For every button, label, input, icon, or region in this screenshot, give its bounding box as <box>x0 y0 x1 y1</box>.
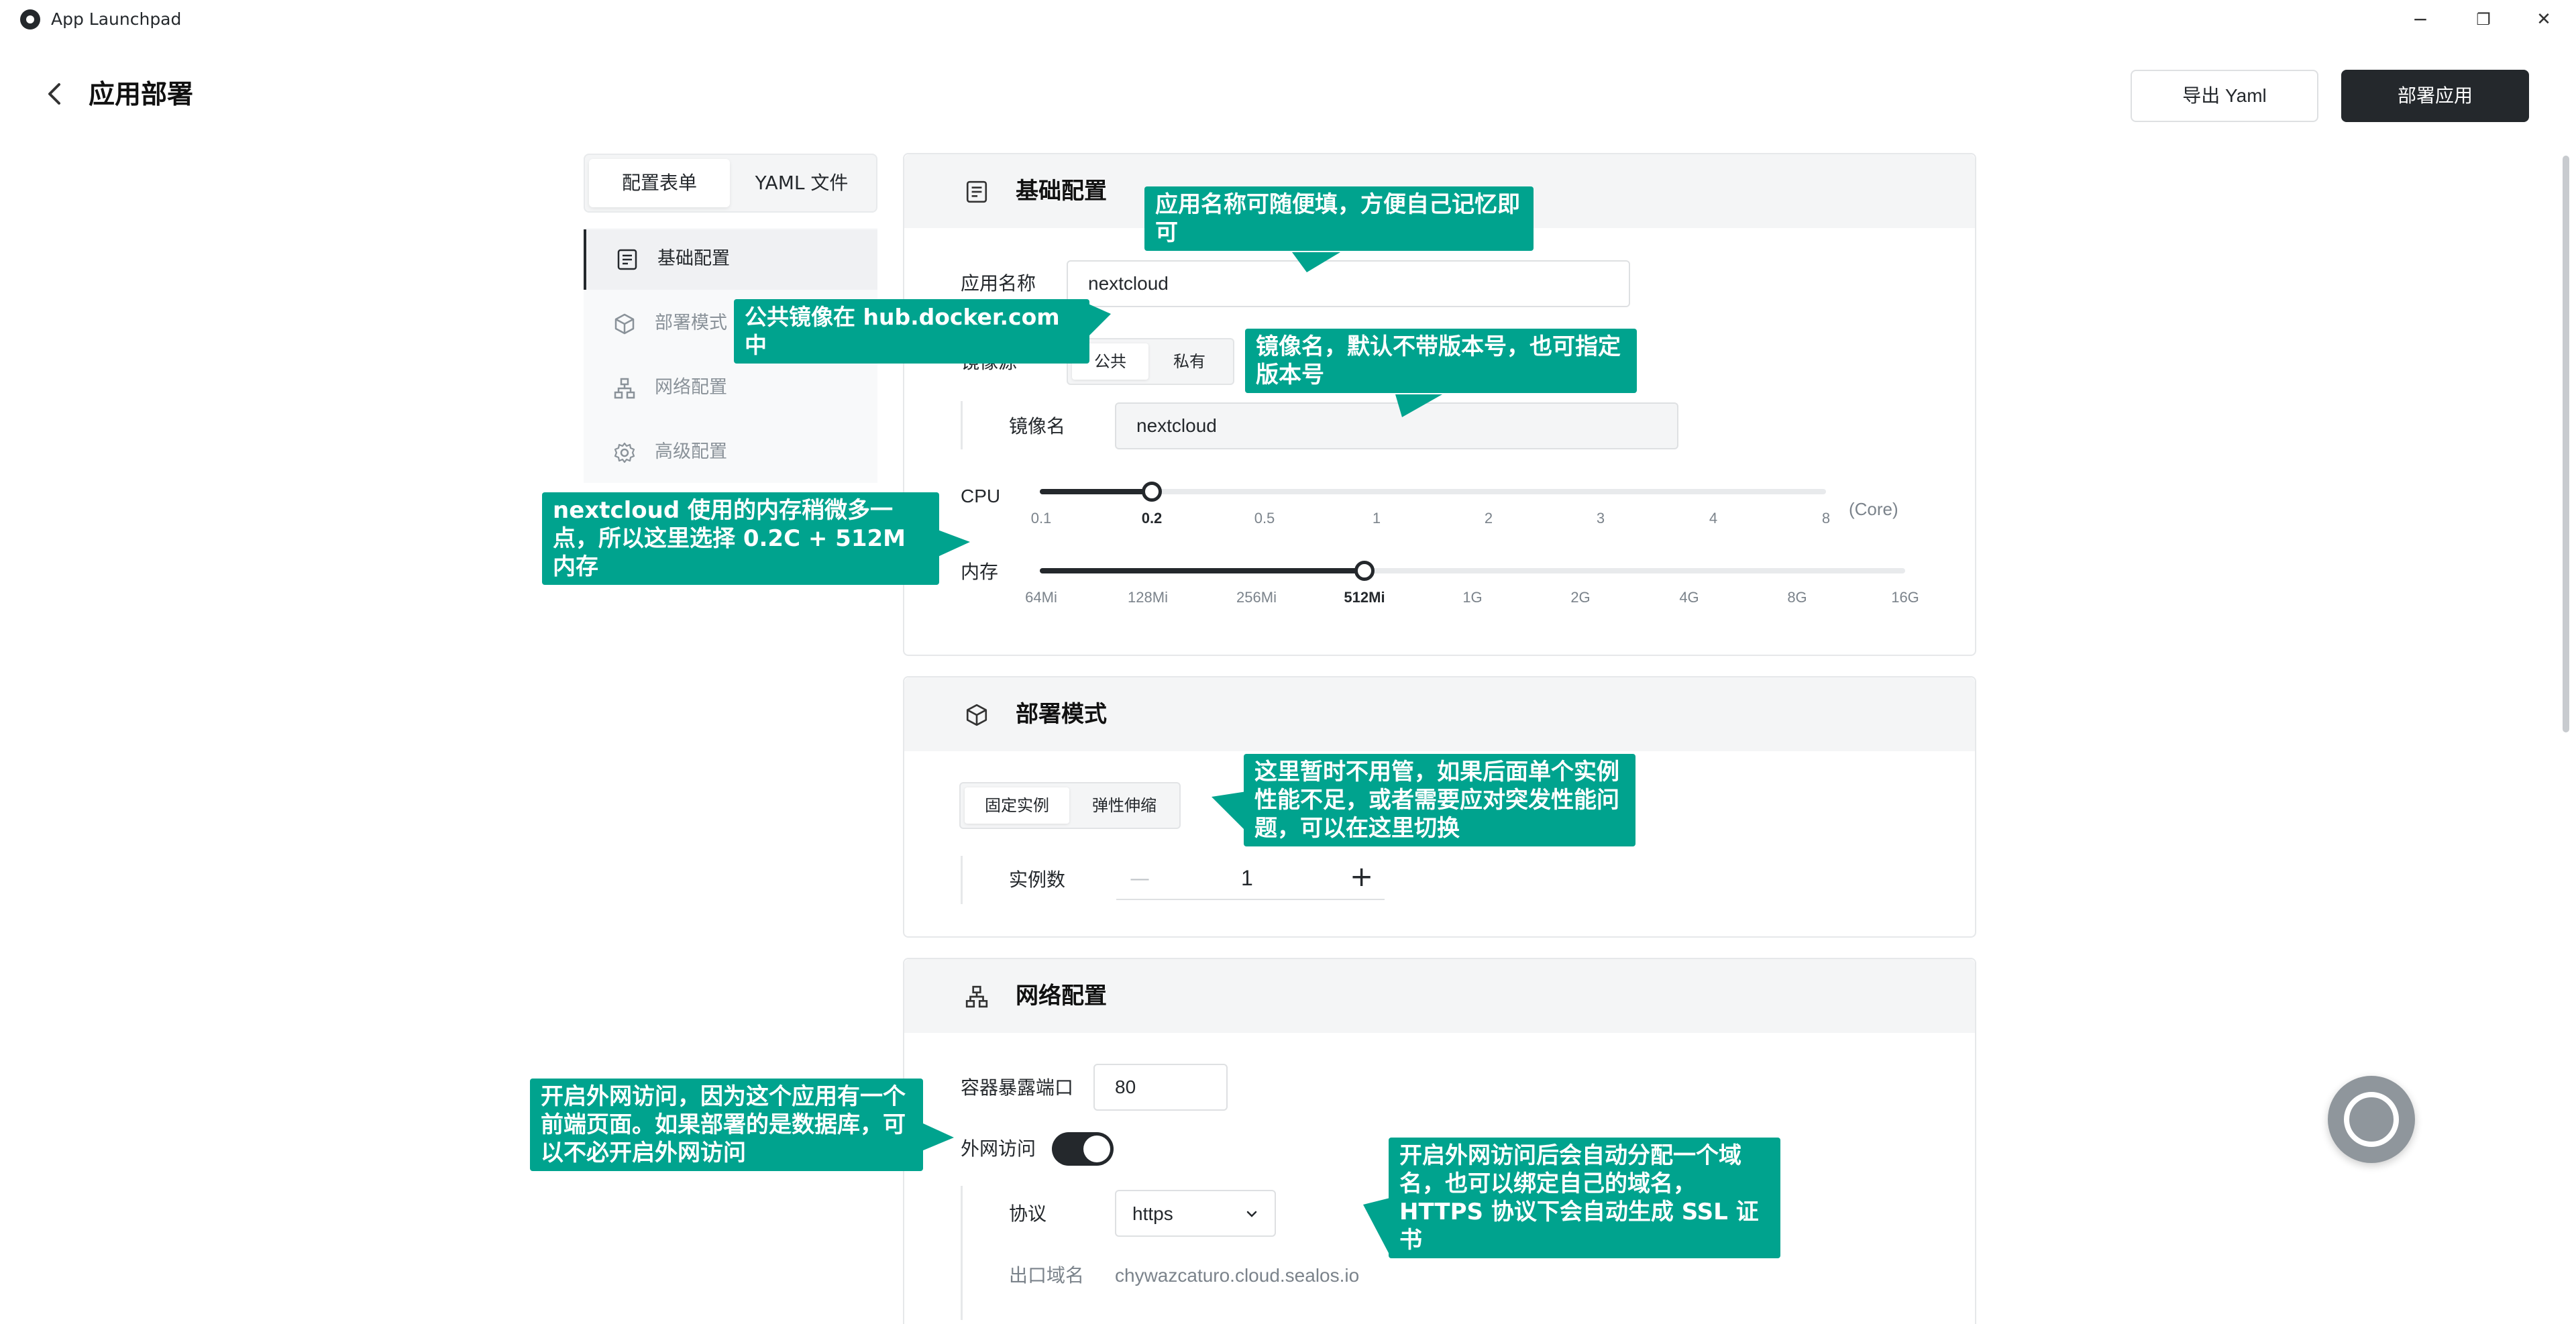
chevron-down-icon <box>1244 1206 1260 1222</box>
tab-config-form[interactable]: 配置表单 <box>589 159 730 207</box>
deploy-app-button[interactable]: 部署应用 <box>2341 70 2529 122</box>
memory-slider-thumb[interactable] <box>1354 561 1375 581</box>
scrollbar-thumb[interactable] <box>2563 156 2569 732</box>
cpu-unit: (Core) <box>1849 499 1898 519</box>
callout-tail <box>1363 1198 1390 1256</box>
cpu-slider-fill <box>1040 489 1152 494</box>
card-title: 网络配置 <box>1016 983 1107 1009</box>
cpu-tick: 4 <box>1709 510 1718 527</box>
memory-tick: 16G <box>1891 589 1919 606</box>
maximize-button[interactable]: ❐ <box>2463 3 2504 36</box>
port-label: 容器暴露端口 <box>961 1077 1074 1099</box>
card-header: 部署模式 <box>904 677 1975 751</box>
indent-line <box>961 401 963 449</box>
cube-icon <box>613 313 636 335</box>
callout-memory: nextcloud 使用的内存稍微多一点，所以这里选择 0.2C + 512M … <box>542 492 939 585</box>
card-title: 部署模式 <box>1016 701 1107 728</box>
memory-tick: 64Mi <box>1025 589 1057 606</box>
cpu-tick-selected: 0.2 <box>1141 510 1163 527</box>
nav-item-basic[interactable]: 基础配置 <box>584 229 877 290</box>
callout-app-name: 应用名称可随便填，方便自己记忆即可 <box>1144 186 1534 251</box>
memory-slider-fill <box>1040 568 1364 573</box>
deploy-mode-toggle: 固定实例 弹性伸缩 <box>959 782 1181 829</box>
card-header: 网络配置 <box>904 959 1975 1033</box>
memory-label: 内存 <box>961 561 999 583</box>
nav-item-advanced[interactable]: 高级配置 <box>584 423 877 483</box>
nav-label: 部署模式 <box>655 313 727 333</box>
memory-tick: 4G <box>1679 589 1699 606</box>
cpu-tick: 3 <box>1596 510 1605 527</box>
protocol-select[interactable]: https <box>1115 1190 1276 1237</box>
cpu-tick: 0.1 <box>1030 510 1052 527</box>
nav-label: 基础配置 <box>657 248 730 269</box>
decrement-button[interactable]: — <box>1130 863 1150 896</box>
document-icon <box>616 248 639 271</box>
mode-auto-scaling[interactable]: 弹性伸缩 <box>1072 787 1177 824</box>
image-name-label: 镜像名 <box>1009 415 1066 437</box>
memory-tick: 2G <box>1570 589 1591 606</box>
network-icon <box>965 985 989 1009</box>
card-title: 基础配置 <box>1016 178 1107 205</box>
instances-underline <box>1116 899 1385 900</box>
cpu-tick: 1 <box>1372 510 1381 527</box>
callout-tail <box>1395 394 1442 417</box>
callout-tail <box>1292 252 1340 272</box>
cpu-slider-thumb[interactable] <box>1142 482 1162 502</box>
image-source-toggle: 公共 私有 <box>1067 338 1234 385</box>
callout-tail <box>1087 303 1111 338</box>
instances-value[interactable]: 1 <box>1241 861 1253 895</box>
network-icon <box>613 377 636 400</box>
memory-tick: 8G <box>1787 589 1807 606</box>
indent-line <box>961 856 963 904</box>
tab-yaml-file[interactable]: YAML 文件 <box>731 159 872 207</box>
memory-tick-selected: 512Mi <box>1344 589 1385 606</box>
public-access-label: 外网访问 <box>961 1138 1036 1160</box>
cpu-label: CPU <box>961 486 1001 506</box>
nav-label: 高级配置 <box>655 441 727 462</box>
domain-value: chywazcaturo.cloud.sealos.io <box>1115 1265 1360 1286</box>
window-title: App Launchpad <box>51 9 182 29</box>
export-yaml-button[interactable]: 导出 Yaml <box>2131 70 2318 122</box>
back-arrow-icon[interactable] <box>40 79 70 109</box>
callout-tail <box>1212 791 1246 832</box>
cube-icon <box>965 703 989 727</box>
close-button[interactable]: ✕ <box>2524 3 2564 36</box>
app-name-input[interactable]: nextcloud <box>1067 260 1630 307</box>
callout-public-image: 公共镜像在 hub.docker.com 中 <box>734 299 1089 364</box>
nav-item-network[interactable]: 网络配置 <box>584 358 877 419</box>
page-title: 应用部署 <box>89 80 194 110</box>
domain-label: 出口域名 <box>1009 1264 1085 1286</box>
cpu-tick: 2 <box>1484 510 1493 527</box>
callout-public-access: 开启外网访问，因为这个应用有一个前端页面。如果部署的是数据库，可以不必开启外网访… <box>530 1079 923 1171</box>
floating-assistant-button[interactable] <box>2328 1076 2415 1163</box>
callout-domain: 开启外网访问后会自动分配一个域名，也可以绑定自己的域名，HTTPS 协议下会自动… <box>1389 1138 1780 1258</box>
cpu-tick: 0.5 <box>1254 510 1275 527</box>
image-source-private[interactable]: 私有 <box>1151 343 1228 380</box>
memory-tick: 128Mi <box>1128 589 1168 606</box>
callout-deploy-mode: 这里暂时不用管，如果后面单个实例性能不足，或者需要应对突发性能问题，可以在这里切… <box>1244 754 1635 846</box>
mode-fixed-instances[interactable]: 固定实例 <box>965 787 1069 824</box>
document-icon <box>965 180 989 204</box>
memory-tick: 256Mi <box>1236 589 1277 606</box>
protocol-value: https <box>1132 1203 1173 1224</box>
protocol-label: 协议 <box>1009 1203 1047 1225</box>
indent-line <box>961 1186 963 1320</box>
minimize-button[interactable]: − <box>2400 3 2440 36</box>
callout-image-name: 镜像名，默认不带版本号，也可指定版本号 <box>1245 329 1637 393</box>
port-input[interactable]: 80 <box>1093 1064 1228 1111</box>
increment-button[interactable]: + <box>1350 860 1373 893</box>
memory-tick: 1G <box>1462 589 1483 606</box>
instances-label: 实例数 <box>1009 869 1066 891</box>
app-name-label: 应用名称 <box>961 272 1036 294</box>
public-access-toggle[interactable] <box>1052 1132 1114 1166</box>
title-bar: App Launchpad − ❐ ✕ <box>0 0 2576 39</box>
app-logo-icon <box>20 9 40 30</box>
gear-icon <box>613 441 636 464</box>
nav-label: 网络配置 <box>655 377 727 398</box>
callout-tail <box>938 530 970 557</box>
callout-tail <box>922 1123 954 1151</box>
